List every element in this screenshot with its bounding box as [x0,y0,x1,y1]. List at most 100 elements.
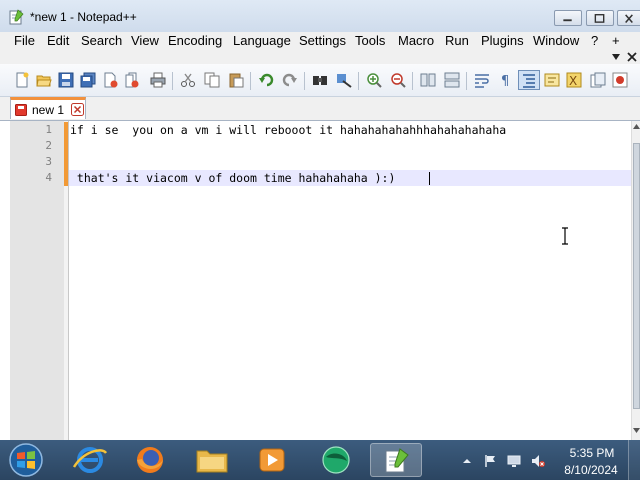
editor-area[interactable]: 1 2 3 4 if i se you on a vm i will reboo… [0,121,640,440]
toolbar-separator [358,72,359,90]
close-tab-icon[interactable] [71,103,84,116]
copy-icon[interactable] [204,72,220,88]
find-icon[interactable] [312,72,328,88]
menu-window[interactable]: Window [533,33,579,48]
title-bar: *new 1 - Notepad++ [0,0,640,32]
close-all-icon[interactable] [124,72,140,88]
clock-date[interactable]: 8/10/2024 [560,463,622,477]
network-icon[interactable] [507,454,521,468]
menu-run[interactable]: Run [445,33,469,48]
scroll-down-icon[interactable] [633,426,640,434]
line-number: 2 [45,139,52,152]
sync-horizontal-icon[interactable] [444,72,460,88]
replace-icon[interactable] [336,72,352,88]
print-icon[interactable] [150,72,166,88]
show-hidden-icons-icon[interactable] [460,454,474,468]
vertical-scrollbar[interactable] [631,121,640,440]
menu-add[interactable]: + [612,33,620,48]
maximize-button[interactable] [586,10,614,26]
menu-help[interactable]: ? [591,33,598,48]
toolbar-separator [466,72,467,90]
document-tab-bar: new 1 [0,97,640,121]
zoom-out-icon[interactable] [390,72,406,88]
word-wrap-icon[interactable] [474,72,490,88]
modified-line-marker [64,170,68,186]
code-line[interactable]: if i se you on a vm i will rebooot it ha… [70,123,506,137]
show-desktop-button[interactable] [628,440,640,480]
taskbar [0,440,640,480]
undo-icon[interactable] [258,72,274,88]
menu-file[interactable]: File [14,33,35,48]
close-icon [625,14,633,23]
clock-time[interactable]: 5:35 PM [566,446,618,460]
chevron-down-icon[interactable] [611,53,621,61]
menu-macro[interactable]: Macro [398,33,434,48]
menu-edit[interactable]: Edit [47,33,69,48]
green-app-icon[interactable] [310,443,362,477]
record-macro-icon[interactable] [612,72,628,88]
ibeam-cursor-icon [562,227,568,245]
media-player-icon[interactable] [246,443,298,477]
modified-line-marker [64,154,68,170]
close-file-icon[interactable] [102,72,118,88]
toolbar-separator [172,72,173,90]
cut-icon[interactable] [180,72,196,88]
window-title: *new 1 - Notepad++ [30,10,137,24]
zoom-in-icon[interactable] [366,72,382,88]
new-file-icon[interactable] [14,72,30,88]
notepad-plus-plus-icon [9,9,24,25]
toolbar-separator [250,72,251,90]
tab-new-1[interactable]: new 1 [10,97,86,119]
action-center-flag-icon[interactable] [483,454,497,468]
scrollbar-thumb[interactable] [633,143,640,409]
close-button[interactable] [617,10,640,26]
code-line[interactable]: that's it viacom v of doom time hahahaha… [70,171,396,185]
line-number: 1 [45,123,52,136]
unsaved-document-icon [15,104,27,116]
modified-line-marker [64,138,68,154]
scroll-up-icon[interactable] [633,123,640,131]
modified-line-marker [64,122,68,138]
paste-icon[interactable] [228,72,244,88]
minimize-icon [563,19,572,22]
menu-bar: File Edit Search View Encoding Language … [0,32,640,50]
notepad-plus-plus-icon [385,448,409,473]
save-icon[interactable] [58,72,74,88]
menu-tools[interactable]: Tools [355,33,385,48]
tab-label: new 1 [32,103,65,117]
toolbar: ¶ X [0,64,640,97]
notepad-plus-plus-taskbar-button[interactable] [370,443,422,477]
start-button-icon[interactable] [6,441,46,479]
line-number: 4 [45,171,52,184]
menu-plugins[interactable]: Plugins [481,33,524,48]
indent-guide-button[interactable] [518,70,540,90]
menu-language[interactable]: Language [233,33,291,48]
menu-search[interactable]: Search [81,33,122,48]
firefox-icon[interactable] [124,443,176,477]
line-number-gutter: 1 2 3 4 [10,121,69,440]
toolbar-separator [304,72,305,90]
menu-view[interactable]: View [131,33,159,48]
close-document-icon[interactable] [627,52,637,62]
menu-settings[interactable]: Settings [299,33,346,48]
user-language-icon[interactable] [544,72,560,88]
indent-guide-icon [523,74,535,88]
folder-workspace-icon[interactable] [590,72,606,88]
internet-explorer-icon[interactable] [64,443,116,477]
menu-bar-overflow [0,50,640,64]
toolbar-separator [412,72,413,90]
redo-icon[interactable] [282,72,298,88]
open-file-icon[interactable] [36,72,52,88]
svg-text:¶: ¶ [501,74,509,88]
text-caret [429,172,430,185]
volume-muted-icon[interactable] [531,454,545,468]
save-all-icon[interactable] [80,72,96,88]
line-number: 3 [45,155,52,168]
function-list-icon[interactable]: X [566,72,582,88]
sync-vertical-icon[interactable] [420,72,436,88]
file-explorer-icon[interactable] [186,443,238,477]
maximize-icon [594,14,605,23]
menu-encoding[interactable]: Encoding [168,33,222,48]
show-all-chars-icon[interactable]: ¶ [498,72,514,88]
minimize-button[interactable] [554,10,582,26]
